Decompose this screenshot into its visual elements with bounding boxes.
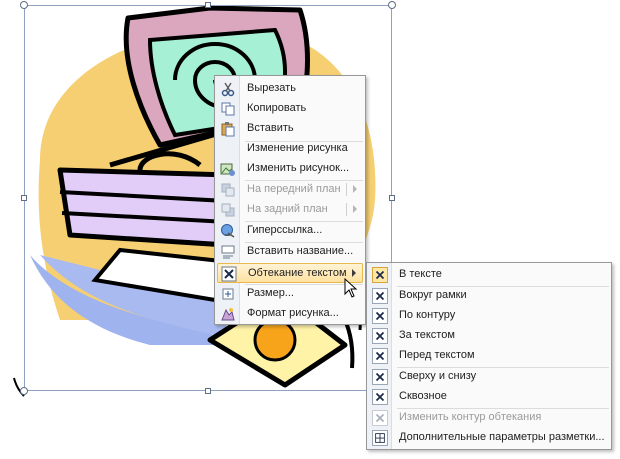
menu-item-label: Изменение рисунка: [247, 142, 348, 154]
send-backward-icon: [221, 203, 235, 217]
menu-item-change-picture[interactable]: Изменить рисунок...: [217, 159, 363, 179]
resize-handle-right[interactable]: [389, 195, 395, 201]
menu-item-bring-forward[interactable]: На передний план: [217, 180, 363, 200]
menu-item-label: Перед текстом: [399, 349, 475, 361]
change-picture-icon: [220, 163, 235, 176]
wrap-tight-icon: [372, 308, 388, 324]
menu-item-label: Изменить контур обтекания: [399, 411, 542, 423]
menu-item-label: Изменить рисунок...: [247, 162, 350, 174]
copy-icon: [221, 102, 235, 116]
wrap-top-bottom-icon: [372, 369, 388, 385]
menu-item-insert-caption[interactable]: Вставить название...: [217, 242, 363, 262]
format-picture-icon: [221, 308, 235, 321]
menu-item-label: Сквозное: [399, 390, 447, 402]
menu-item-label: Вставить название...: [247, 245, 354, 257]
paste-icon: [221, 122, 235, 137]
menu-item-text-wrap[interactable]: Обтекание текстом: [217, 263, 363, 283]
menu-item-label: Дополнительные параметры разметки...: [399, 431, 605, 443]
more-layout-options-icon: [372, 430, 388, 446]
wrap-option-top-bottom[interactable]: Сверху и снизу: [369, 367, 609, 387]
resize-handle-top-right[interactable]: [388, 1, 396, 9]
menu-item-hyperlink[interactable]: Гиперссылка...: [217, 221, 363, 241]
scissors-icon: [221, 82, 235, 97]
menu-item-size[interactable]: Размер...: [217, 284, 363, 304]
wrap-inline-icon: [372, 267, 388, 283]
resize-handle-top-left[interactable]: [20, 1, 28, 9]
menu-item-send-backward[interactable]: На задний план: [217, 200, 363, 220]
menu-item-label: Сверху и снизу: [399, 370, 477, 382]
wrap-front-icon: [372, 348, 388, 364]
menu-item-label: Вокруг рамки: [399, 289, 467, 301]
wrap-option-more-layout[interactable]: Дополнительные параметры разметки...: [369, 428, 609, 448]
wrap-option-behind[interactable]: За текстом: [369, 326, 609, 346]
mouse-cursor-icon: [344, 278, 358, 298]
resize-handle-bottom-left[interactable]: [20, 387, 28, 395]
wrap-option-square[interactable]: Вокруг рамки: [369, 286, 609, 306]
menu-item-label: За текстом: [399, 329, 455, 341]
wrap-option-through[interactable]: Сквозное: [369, 387, 609, 407]
resize-handle-bottom[interactable]: [205, 388, 211, 394]
submenu-divider: [346, 183, 347, 196]
menu-item-label: Копировать: [247, 102, 307, 114]
wrap-through-icon: [372, 389, 388, 405]
menu-item-label: По контуру: [399, 309, 456, 321]
size-icon: [222, 288, 234, 300]
wrap-behind-icon: [372, 328, 388, 344]
menu-item-label: Гиперссылка...: [247, 224, 323, 236]
wrap-option-tight[interactable]: По контуру: [369, 306, 609, 326]
menu-item-copy[interactable]: Копировать: [217, 99, 363, 119]
text-wrap-icon: [221, 266, 237, 282]
wrap-option-front[interactable]: Перед текстом: [369, 346, 609, 366]
resize-handle-left[interactable]: [21, 195, 27, 201]
text-wrap-submenu: В тексте Вокруг рамки По контуру За текс…: [366, 262, 612, 450]
menu-item-label: Обтекание текстом: [248, 267, 347, 279]
wrap-option-edit-points[interactable]: Изменить контур обтекания: [369, 408, 609, 428]
menu-item-label: Вырезать: [247, 82, 296, 94]
insert-caption-icon: [221, 245, 235, 259]
menu-item-label: Размер...: [247, 287, 294, 299]
menu-item-cut[interactable]: Вырезать: [217, 79, 363, 99]
bring-forward-icon: [221, 183, 235, 197]
menu-item-label: На передний план: [247, 183, 341, 195]
submenu-arrow-icon: [353, 185, 357, 193]
menu-item-label: На задний план: [247, 203, 328, 215]
wrap-square-icon: [372, 288, 388, 304]
menu-item-label: В тексте: [399, 268, 442, 280]
menu-item-label: Вставить: [247, 122, 294, 134]
menu-item-format-picture[interactable]: Формат рисунка...: [217, 304, 363, 324]
wrap-option-inline[interactable]: В тексте: [369, 265, 609, 285]
submenu-divider: [346, 203, 347, 216]
submenu-arrow-icon: [353, 205, 357, 213]
menu-item-label: Формат рисунка...: [247, 307, 339, 319]
menu-item-paste[interactable]: Вставить: [217, 119, 363, 139]
edit-wrap-points-icon: [372, 410, 388, 426]
submenu-arrow-icon: [352, 269, 356, 277]
menu-item-edit-picture[interactable]: Изменение рисунка: [217, 139, 363, 159]
resize-handle-top[interactable]: [205, 2, 211, 8]
hyperlink-icon: [221, 224, 235, 238]
